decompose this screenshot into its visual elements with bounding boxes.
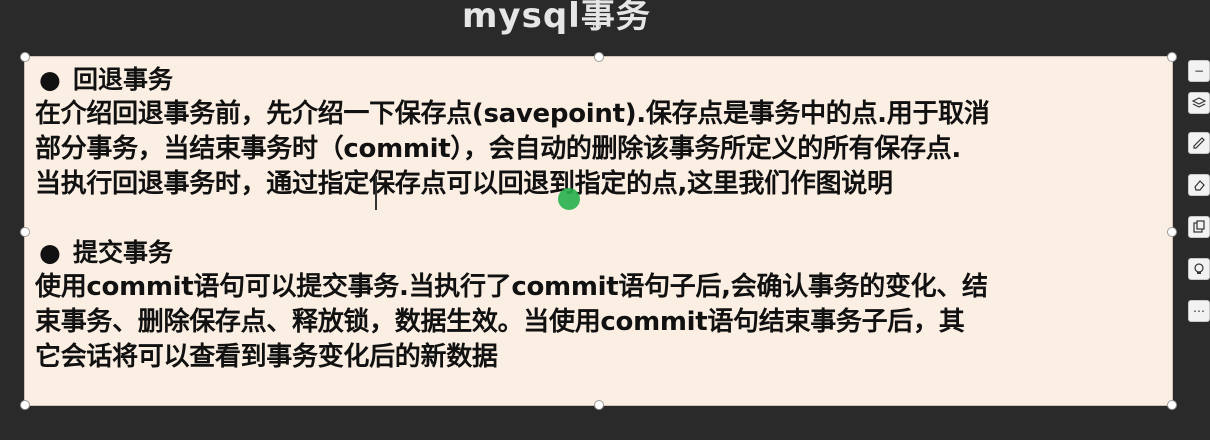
resize-handle-top-center[interactable] — [594, 52, 604, 62]
bullet-icon: ● — [39, 238, 61, 267]
text-content[interactable]: ● 回退事务 在介绍回退事务前，先介绍一下保存点(savepoint).保存点是事… — [35, 63, 1158, 375]
section-heading-commit: ● 提交事务 — [35, 236, 1158, 270]
paragraph-line: 束事务、删除保存点、释放锁，数据生效。当使用commit语句结束事务子后，其 — [35, 307, 965, 337]
text-caret — [375, 176, 377, 210]
eraser-icon[interactable] — [1188, 174, 1210, 196]
more-icon[interactable]: ⋯ — [1188, 300, 1210, 322]
bullet-icon: ● — [39, 65, 61, 94]
rotate-handle[interactable]: ↻ — [591, 21, 603, 34]
text-box[interactable]: ● 回退事务 在介绍回退事务前，先介绍一下保存点(savepoint).保存点是事… — [20, 52, 1177, 410]
slide-title: mysql事务 — [462, 0, 651, 36]
resize-handle-top-right[interactable] — [1167, 52, 1177, 62]
resize-handle-bottom-left[interactable] — [20, 400, 30, 410]
paragraph-line: 当执行回退事务时，通过指定保存点可以回退到指定的点,这里我们作图说明 — [35, 169, 893, 199]
section-heading-rollback: ● 回退事务 — [35, 63, 1158, 97]
heading-text: 回退事务 — [73, 65, 174, 94]
copy-icon[interactable] — [1188, 216, 1210, 238]
resize-handle-top-left[interactable] — [20, 52, 30, 62]
resize-handle-middle-left[interactable] — [20, 227, 30, 237]
side-toolbar: − ⋯ — [1186, 58, 1210, 328]
layers-icon[interactable] — [1188, 92, 1210, 114]
paragraph-line: 使用commit语句可以提交事务.当执行了commit语句子后,会确认事务的变化… — [35, 272, 988, 302]
minus-icon[interactable]: − — [1188, 60, 1210, 82]
paragraph-line: 部分事务，当结束事务时（commit），会自动的删除该事务所定义的所有保存点. — [35, 134, 961, 164]
resize-handle-bottom-right[interactable] — [1167, 400, 1177, 410]
paragraph-line: 在介绍回退事务前，先介绍一下保存点(savepoint).保存点是事务中的点.用… — [35, 99, 990, 129]
resize-handle-middle-right[interactable] — [1167, 227, 1177, 237]
pen-icon[interactable] — [1188, 132, 1210, 154]
heading-text: 提交事务 — [73, 238, 174, 267]
pointer-cursor-icon — [558, 188, 580, 210]
resize-handle-bottom-center[interactable] — [594, 400, 604, 410]
paragraph-line: 它会话将可以查看到事务变化后的新数据 — [35, 342, 498, 372]
lightbulb-icon[interactable] — [1188, 258, 1210, 280]
